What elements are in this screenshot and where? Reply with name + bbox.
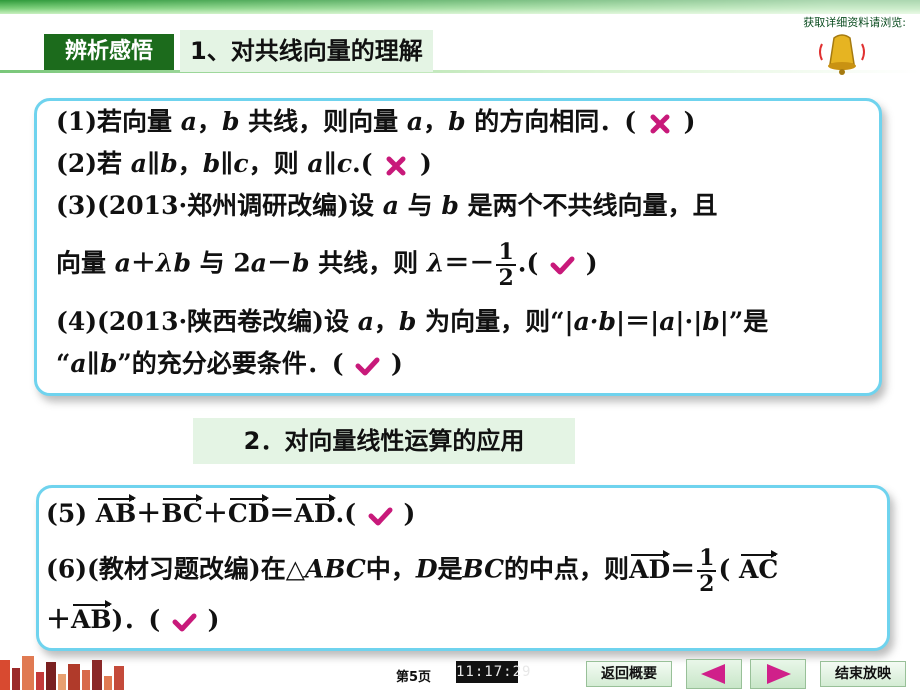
page-number: 第5页 bbox=[396, 670, 432, 685]
clock-display: 11:17:29 bbox=[456, 661, 530, 683]
cross-icon bbox=[650, 114, 670, 133]
top-decor-bar bbox=[0, 0, 920, 14]
item-3-line1: (3)(2013·郑州调研改编)设 a 与 b 是两个不共线向量，且 bbox=[56, 191, 718, 220]
vector-cd: CD bbox=[227, 494, 270, 528]
cross-icon bbox=[386, 156, 406, 175]
header-divider bbox=[0, 70, 920, 73]
footer-decor bbox=[0, 654, 130, 690]
top-info-link[interactable]: 获取详细资料请浏览: bbox=[803, 14, 906, 30]
fraction: 12 bbox=[496, 239, 516, 291]
vector-ad: AD bbox=[629, 549, 671, 584]
section-badge: 辨析感悟 bbox=[44, 34, 174, 70]
section1-title: 1、对共线向量的理解 bbox=[180, 30, 433, 72]
vector-bc: BC bbox=[161, 494, 203, 528]
prev-button[interactable] bbox=[686, 659, 742, 689]
next-button[interactable] bbox=[750, 659, 806, 689]
check-icon bbox=[355, 357, 380, 375]
bell-icon bbox=[819, 34, 865, 75]
item-6-line2: ＋AB)．( ) bbox=[46, 600, 220, 634]
section2-title: 2．对向量线性运算的应用 bbox=[193, 418, 575, 464]
end-show-button[interactable]: 结束放映 bbox=[820, 661, 906, 687]
fraction: 12 bbox=[697, 545, 717, 597]
item-5: (5) AB＋BC＋CD＝AD.( ) bbox=[46, 494, 416, 528]
check-icon bbox=[550, 256, 575, 275]
item-4-line2: “a∥b”的充分必要条件．( ) bbox=[56, 349, 403, 378]
vector-ab: AB bbox=[71, 600, 112, 634]
item-2: (2)若 a∥b，b∥c，则 a∥c.( ) bbox=[56, 149, 432, 178]
check-icon bbox=[172, 613, 197, 631]
vector-ad: AD bbox=[294, 494, 336, 528]
item-3-line2: 向量 a＋λb 与 2a－b 共线，则 λ＝－ 1 2 .( ) bbox=[56, 239, 598, 291]
vector-ab: AB bbox=[95, 494, 137, 528]
triangle-left-icon bbox=[701, 664, 725, 684]
back-to-summary-button[interactable]: 返回概要 bbox=[586, 661, 672, 687]
item-6-line1: (6)(教材习题改编)在△ABC中，D是BC的中点，则AD＝ 1 2( AC bbox=[46, 545, 779, 597]
item-4-line1: (4)(2013·陕西卷改编)设 a，b 为向量，则“|a·b|＝|a|·|b|… bbox=[56, 307, 769, 336]
item-1: (1)若向量 a，b 共线，则向量 a，b 的方向相同．( ) bbox=[56, 107, 696, 136]
triangle-right-icon bbox=[767, 664, 791, 684]
check-icon bbox=[368, 507, 393, 525]
vector-ac: AC bbox=[739, 549, 779, 584]
